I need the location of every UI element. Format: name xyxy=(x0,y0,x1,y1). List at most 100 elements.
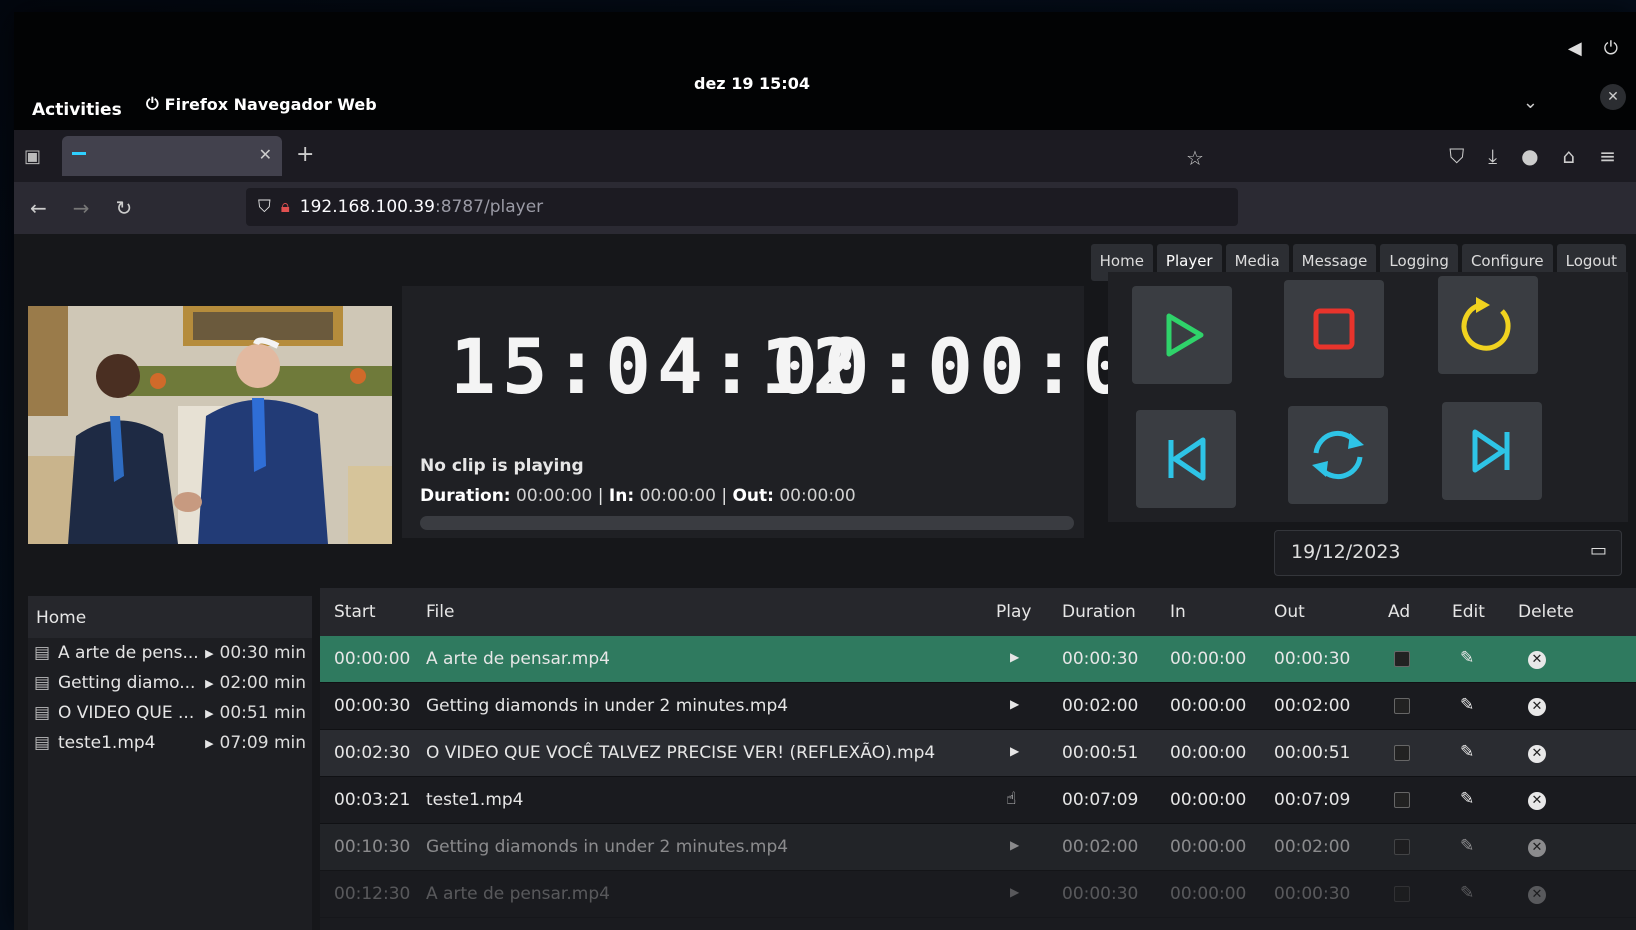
row-duration: 00:00:30 xyxy=(1062,649,1139,669)
extensions-icon[interactable]: ⌂ xyxy=(1563,144,1576,168)
table-row[interactable]: 00:10:30 Getting diamonds in under 2 min… xyxy=(320,824,1636,871)
table-row[interactable]: 00:00:00 A arte de pensar.mp4 ▶ 00:00:30… xyxy=(320,636,1636,683)
table-row[interactable]: 00:02:30 O VIDEO QUE VOCÊ TALVEZ PRECISE… xyxy=(320,730,1636,777)
close-window-button[interactable]: ✕ xyxy=(1600,84,1626,110)
row-start: 00:02:30 xyxy=(334,743,411,763)
film-icon: ▤ xyxy=(34,643,51,663)
app-name-label: Firefox Navegador Web xyxy=(164,94,377,114)
player-app: Home Player Media Message Logging Config… xyxy=(14,234,1636,930)
delete-icon[interactable]: ✕ xyxy=(1528,836,1546,857)
row-play-button[interactable]: ▶ xyxy=(1010,885,1019,899)
ad-checkbox[interactable] xyxy=(1394,792,1410,813)
power-icon[interactable]: ⏻ xyxy=(1604,38,1618,59)
edit-icon[interactable]: ✎ xyxy=(1460,695,1474,715)
in-value: 00:00:00 xyxy=(639,486,716,506)
row-out: 00:00:30 xyxy=(1274,649,1351,669)
row-in: 00:00:00 xyxy=(1170,884,1247,904)
row-play-button[interactable]: ▶ xyxy=(1010,650,1019,664)
date-value: 19/12/2023 xyxy=(1291,541,1401,563)
shield-icon[interactable]: ⛉ xyxy=(258,197,271,217)
row-play-button[interactable]: ▶ xyxy=(1010,744,1019,758)
bookmark-star-icon[interactable]: ☆ xyxy=(1186,146,1204,170)
table-row[interactable]: 00:03:21 teste1.mp4 ☝ 00:07:09 00:00:00 … xyxy=(320,777,1636,824)
clip-progress-bar[interactable] xyxy=(420,516,1074,530)
back-icon[interactable]: ← xyxy=(30,196,47,220)
sidebar-item-duration: 07:09 min xyxy=(219,733,306,753)
row-play-button[interactable]: ▶ xyxy=(1010,697,1019,711)
clip-info: No clip is playing Duration: 00:00:00 | … xyxy=(420,456,856,506)
film-icon: ▤ xyxy=(34,673,51,693)
ad-checkbox[interactable] xyxy=(1394,745,1410,766)
sidebar-item[interactable]: ▤ teste1.mp4 ▶ 07:09 min xyxy=(28,728,312,758)
previous-button[interactable] xyxy=(1136,410,1236,508)
ad-checkbox[interactable] xyxy=(1394,651,1410,672)
system-clock[interactable]: dez 19 15:04 xyxy=(694,74,810,93)
sidebar-item[interactable]: ▤ A arte de pens... ▶ 00:30 min xyxy=(28,638,312,668)
sidebar-item[interactable]: ▤ Getting diamo... ▶ 02:00 min xyxy=(28,668,312,698)
lock-icon[interactable]: 🔒︎ xyxy=(281,197,290,217)
film-icon: ▤ xyxy=(34,703,51,723)
row-file: A arte de pensar.mp4 xyxy=(426,649,610,669)
system-top-bar: Activities ⏻ Firefox Navegador Web dez 1… xyxy=(14,12,1636,130)
sidebar-item-name: Getting diamo... xyxy=(58,673,196,693)
row-out: 00:00:30 xyxy=(1274,884,1351,904)
table-row[interactable]: 00:12:30 A arte de pensar.mp4 ▶ 00:00:30… xyxy=(320,871,1636,918)
row-file: Getting diamonds in under 2 minutes.mp4 xyxy=(426,696,789,716)
edit-icon[interactable]: ✎ xyxy=(1460,648,1474,668)
volume-icon[interactable]: ◀ xyxy=(1568,38,1582,59)
forward-icon[interactable]: → xyxy=(73,196,90,220)
firefox-view-icon[interactable]: ▣ xyxy=(24,146,41,167)
delete-icon[interactable]: ✕ xyxy=(1528,883,1546,904)
ad-checkbox[interactable] xyxy=(1394,698,1410,719)
ad-checkbox[interactable] xyxy=(1394,886,1410,907)
row-start: 00:00:00 xyxy=(334,649,411,669)
pocket-icon[interactable]: ⛉ xyxy=(1449,144,1464,168)
row-duration: 00:07:09 xyxy=(1062,790,1139,810)
calendar-icon[interactable]: ▭ xyxy=(1590,540,1607,561)
close-tab-icon[interactable]: ✕ xyxy=(259,145,272,164)
next-button[interactable] xyxy=(1442,402,1542,500)
row-play-button[interactable]: ▶ xyxy=(1010,838,1019,852)
app-menu[interactable]: ⏻ Firefox Navegador Web xyxy=(146,94,377,114)
new-tab-button[interactable]: + xyxy=(296,142,314,167)
header-file: File xyxy=(426,602,455,622)
ad-checkbox[interactable] xyxy=(1394,839,1410,860)
edit-icon[interactable]: ✎ xyxy=(1460,742,1474,762)
reload-button[interactable] xyxy=(1438,276,1538,374)
edit-icon[interactable]: ✎ xyxy=(1460,789,1474,809)
row-in: 00:00:00 xyxy=(1170,790,1247,810)
menu-icon[interactable]: ≡ xyxy=(1599,144,1616,168)
separator: | xyxy=(721,486,733,506)
duration-value: 00:00:00 xyxy=(516,486,593,506)
browser-tab[interactable]: ✕ xyxy=(62,136,282,176)
date-picker[interactable]: 19/12/2023 ▭ xyxy=(1274,530,1622,576)
download-icon[interactable]: ⤓ xyxy=(1488,144,1497,168)
delete-icon[interactable]: ✕ xyxy=(1528,695,1546,716)
activities-button[interactable]: Activities xyxy=(32,100,122,120)
table-row[interactable]: 00:00:30 Getting diamonds in under 2 min… xyxy=(320,683,1636,730)
play-icon xyxy=(1166,313,1204,357)
system-tray[interactable]: ◀ ⏻ xyxy=(1568,38,1618,59)
hand-cursor-icon[interactable]: ☝ xyxy=(1006,789,1016,809)
url-bar[interactable]: ⛉ 🔒︎ 192.168.100.39 :8787/player xyxy=(246,188,1238,226)
row-duration: 00:02:00 xyxy=(1062,837,1139,857)
row-start: 00:03:21 xyxy=(334,790,411,810)
play-button[interactable] xyxy=(1132,286,1232,384)
row-in: 00:00:00 xyxy=(1170,649,1247,669)
clip-status: No clip is playing xyxy=(420,456,584,476)
loop-button[interactable] xyxy=(1288,406,1388,504)
edit-icon[interactable]: ✎ xyxy=(1460,883,1474,903)
stop-button[interactable] xyxy=(1284,280,1384,378)
header-duration: Duration xyxy=(1062,602,1136,622)
chevron-down-icon[interactable]: ⌄ xyxy=(1523,92,1538,113)
sidebar-item-name: O VIDEO QUE ... xyxy=(58,703,195,723)
duration-label: Duration: xyxy=(420,486,511,506)
reload-icon[interactable]: ↻ xyxy=(116,196,133,220)
delete-icon[interactable]: ✕ xyxy=(1528,789,1546,810)
delete-icon[interactable]: ✕ xyxy=(1528,742,1546,763)
account-icon[interactable]: ● xyxy=(1521,144,1538,168)
delete-icon[interactable]: ✕ xyxy=(1528,648,1546,669)
control-panel xyxy=(1108,272,1628,522)
edit-icon[interactable]: ✎ xyxy=(1460,836,1474,856)
sidebar-item[interactable]: ▤ O VIDEO QUE ... ▶ 00:51 min xyxy=(28,698,312,728)
